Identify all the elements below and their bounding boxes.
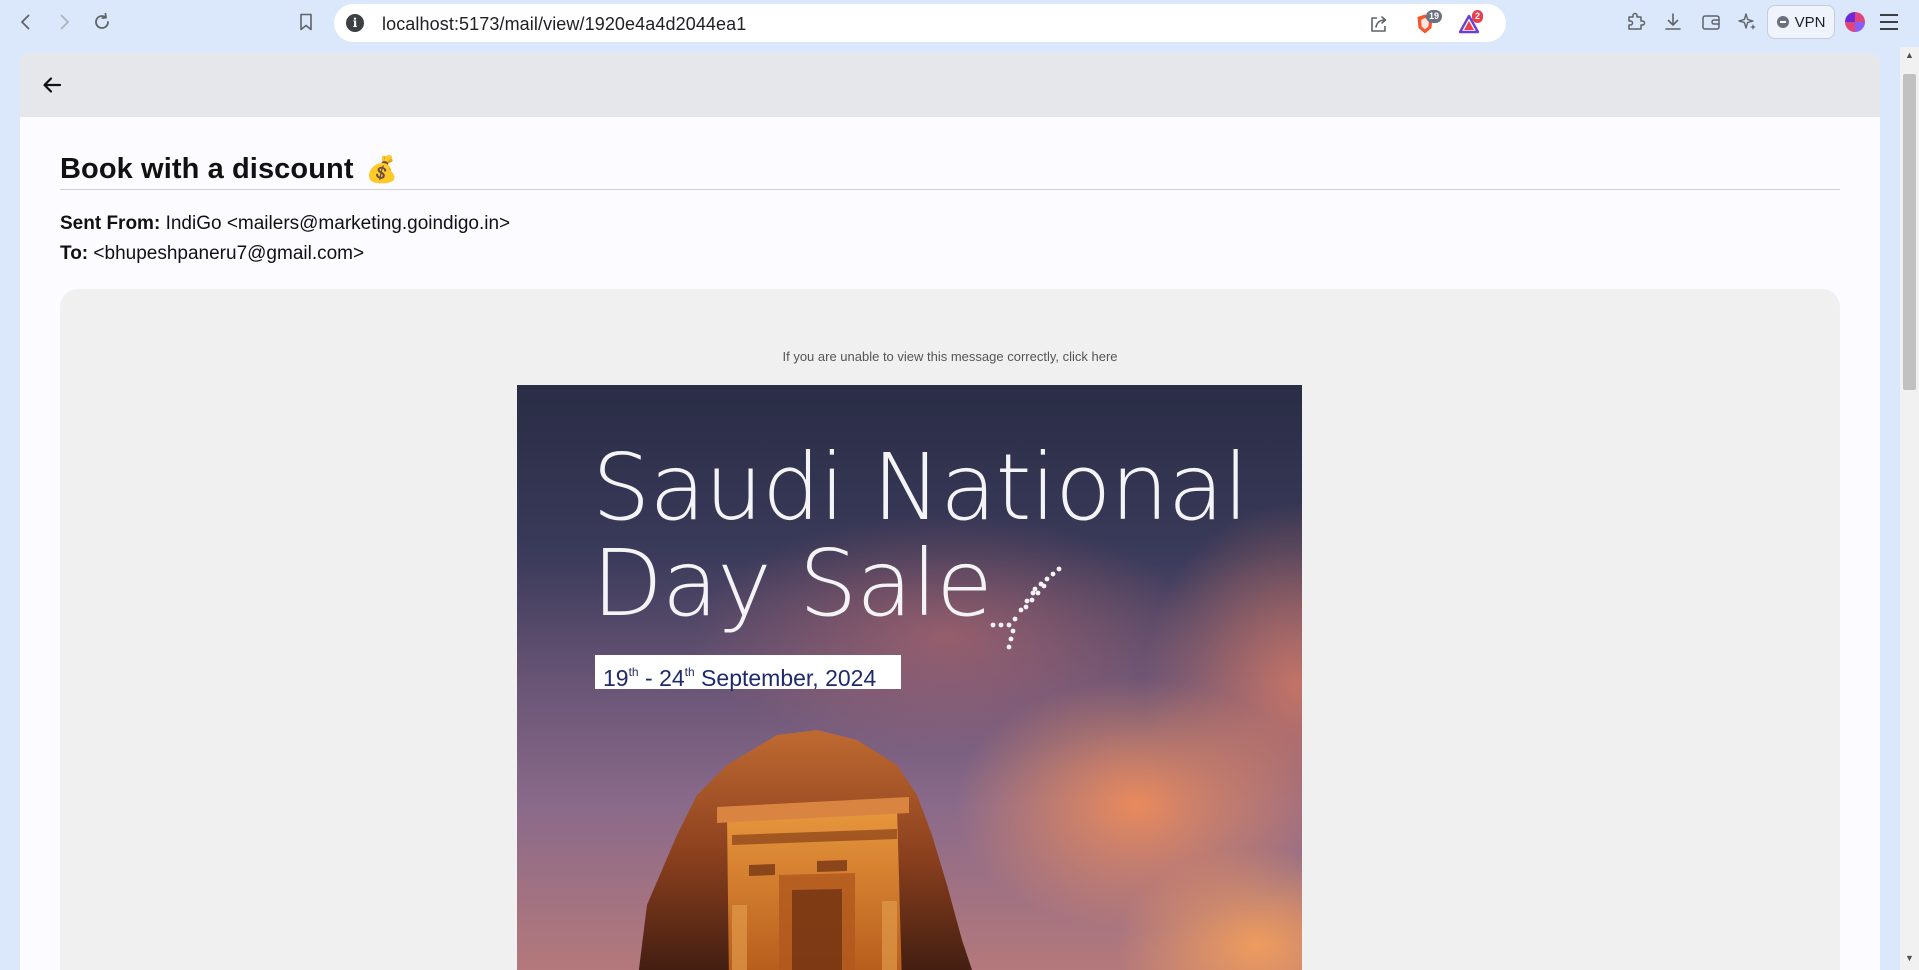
browser-forward-icon[interactable] [52, 10, 76, 34]
date-end-suffix: th [684, 665, 695, 679]
scroll-up-icon[interactable]: ▲ [1904, 50, 1915, 61]
hamburger-menu-icon[interactable] [1880, 14, 1898, 30]
extensions-icon[interactable] [1624, 11, 1646, 33]
profile-avatar[interactable] [1845, 12, 1865, 32]
email-subject-text: Book with a discount [60, 153, 354, 185]
scroll-down-icon[interactable]: ▼ [1904, 953, 1915, 964]
sale-dates-label: 19th - 24th September, 2024 [595, 655, 901, 691]
subject-divider [60, 189, 1840, 190]
sender-value: IndiGo <mailers@marketing.goindigo.in> [165, 213, 511, 234]
vpn-button[interactable]: VPN [1767, 5, 1835, 39]
address-bar[interactable]: i localhost:5173/mail/view/1920e4a4d2044… [334, 4, 1506, 42]
money-bag-icon: 💰 [365, 154, 399, 184]
download-icon[interactable] [1662, 11, 1684, 33]
page-viewport: Book with a discount 💰 Sent From: IndiGo… [0, 47, 1900, 970]
vpn-status-icon [1776, 16, 1789, 28]
recipient-label: To: [60, 243, 89, 264]
recipient-value: <bhupeshpaneru7@gmail.com> [93, 243, 365, 264]
wallet-icon[interactable] [1700, 11, 1722, 33]
brave-shields-icon[interactable]: 19 [1414, 10, 1443, 35]
date-month-year: September, 2024 [694, 665, 877, 691]
banner-title-line1: Saudi National [592, 434, 1249, 541]
bookmark-icon[interactable] [294, 10, 318, 34]
app-header [20, 53, 1880, 117]
indigo-dots-logo-icon [990, 566, 1062, 650]
email-subject: Book with a discount 💰 [60, 153, 398, 186]
date-start-suffix: th [628, 665, 639, 679]
rock-tomb-illustration [638, 730, 972, 970]
banner-title-line2: Day Sale [592, 530, 993, 637]
sender-label: Sent From: [60, 213, 161, 234]
brave-rewards-icon[interactable]: 2 [1458, 10, 1484, 35]
site-info-icon[interactable]: i [346, 14, 364, 32]
promo-banner-image[interactable]: Saudi National Day Sale 19th - 24th Sept… [517, 385, 1302, 970]
view-in-browser-link[interactable]: If you are unable to view this message c… [60, 349, 1840, 364]
date-separator: - [638, 665, 660, 691]
vpn-label: VPN [1794, 13, 1826, 31]
banner-title: Saudi National Day Sale [592, 434, 1249, 637]
browser-reload-icon[interactable] [90, 10, 114, 34]
scrollbar-thumb[interactable] [1903, 74, 1916, 390]
browser-toolbar: i localhost:5173/mail/view/1920e4a4d2044… [0, 0, 1919, 47]
shields-count-badge: 19 [1426, 10, 1443, 23]
mail-view-page: Book with a discount 💰 Sent From: IndiGo… [20, 53, 1880, 970]
leo-ai-icon[interactable] [1737, 11, 1759, 33]
email-sender: Sent From: IndiGo <mailers@marketing.goi… [60, 213, 510, 235]
share-icon[interactable] [1368, 13, 1390, 35]
back-arrow-icon[interactable] [40, 73, 64, 97]
email-recipient: To: <bhupeshpaneru7@gmail.com> [60, 243, 364, 265]
date-end-day: 24 [659, 665, 685, 691]
rewards-count-badge: 2 [1472, 10, 1484, 23]
url-text[interactable]: localhost:5173/mail/view/1920e4a4d2044ea… [382, 14, 746, 35]
browser-back-icon[interactable] [14, 10, 38, 34]
date-start-day: 19 [603, 665, 629, 691]
